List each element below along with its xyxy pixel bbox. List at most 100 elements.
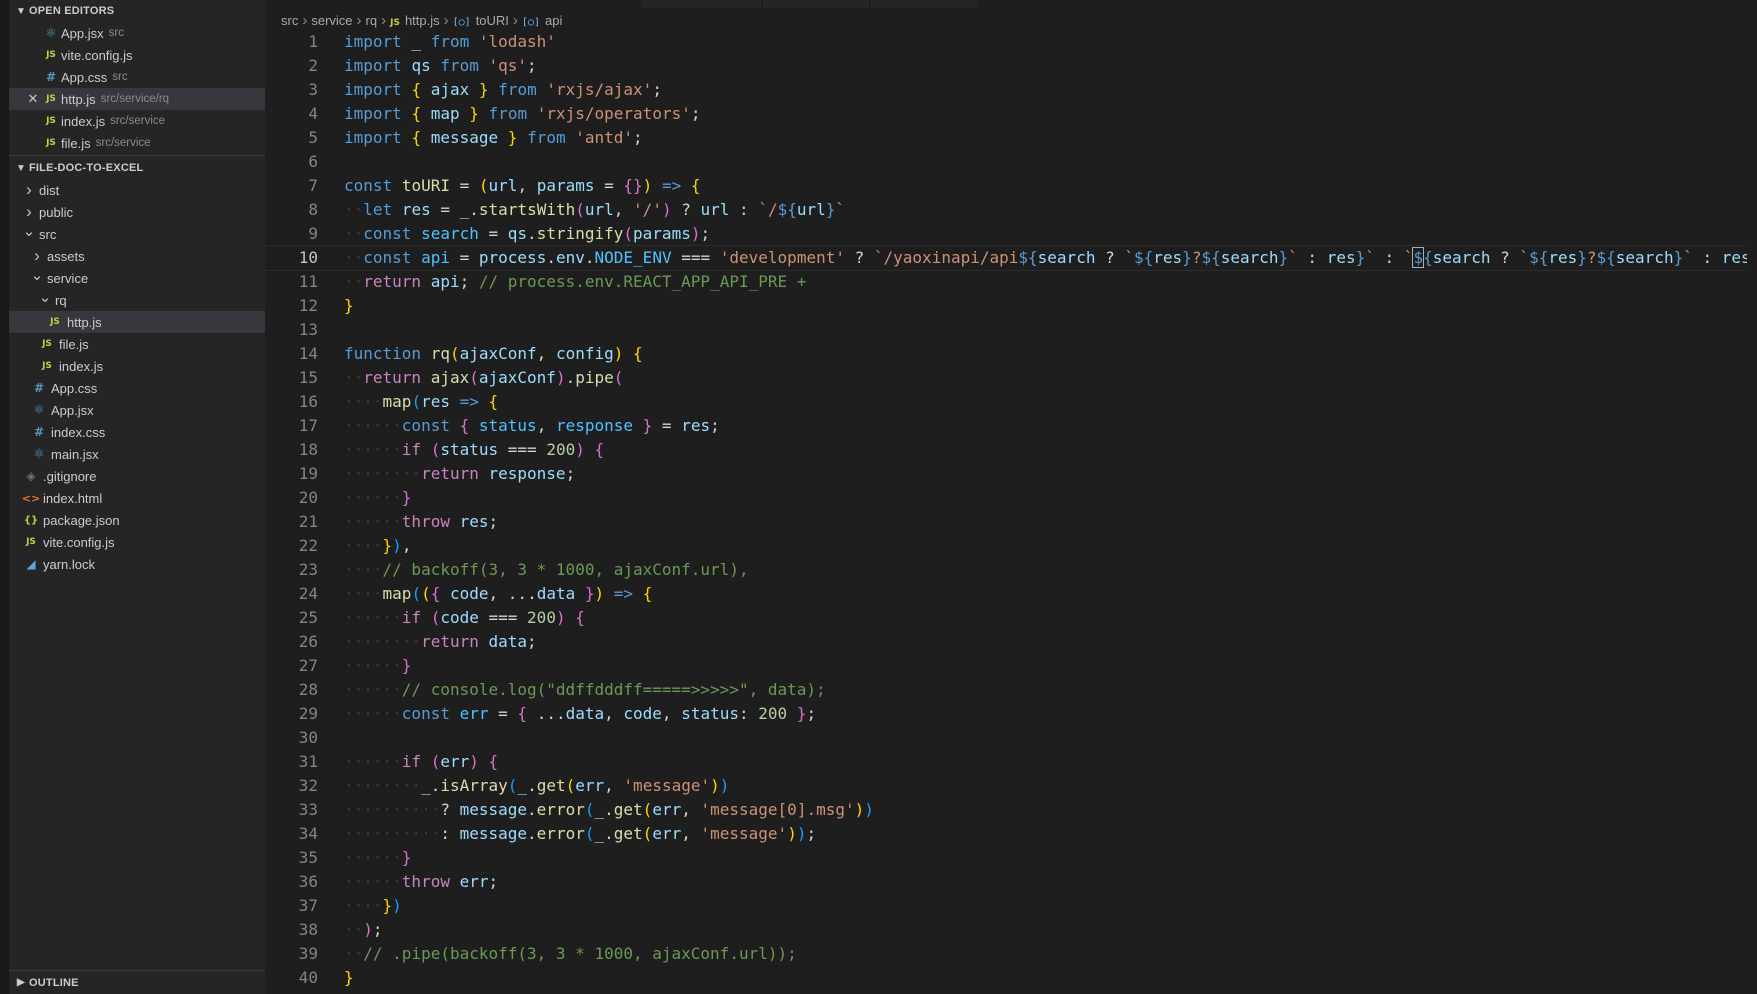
code-line[interactable]: 12}: [265, 294, 1757, 318]
code-line[interactable]: 30: [265, 726, 1757, 750]
breadcrumb-item[interactable]: src: [281, 13, 298, 28]
code-line[interactable]: 18 ······if (status === 200) {: [265, 438, 1757, 462]
code-line[interactable]: 8 ··let res = _.startsWith(url, '/') ? ur…: [265, 198, 1757, 222]
file-item[interactable]: # index.css: [9, 421, 265, 443]
code-line[interactable]: 35 ······}: [265, 846, 1757, 870]
open-editor-item[interactable]: # App.css src: [9, 66, 265, 88]
code-line[interactable]: 28 ······// console.log("ddffdddff=====>>…: [265, 678, 1757, 702]
folder-item[interactable]: ⌄ rq: [9, 289, 265, 311]
code-token: err: [440, 752, 470, 771]
code-line[interactable]: 36 ······throw err;: [265, 870, 1757, 894]
breadcrumb-item[interactable]: rq: [366, 13, 378, 28]
code-line[interactable]: 19 ········return response;: [265, 462, 1757, 486]
file-item[interactable]: JS file.js: [9, 333, 265, 355]
file-item[interactable]: ◈ .gitignore: [9, 465, 265, 487]
folder-item[interactable]: ⌄ src: [9, 223, 265, 245]
code-line[interactable]: 31 ······if (err) {: [265, 750, 1757, 774]
code-token: const: [401, 704, 450, 723]
code-token: `: [1403, 248, 1414, 267]
code-line[interactable]: 39 ··// .pipe(backoff(3, 3 * 1000, ajaxCo…: [265, 942, 1757, 966]
breadcrumb-item[interactable]: [○] toURI: [453, 13, 509, 28]
scrollbar[interactable]: [1747, 30, 1757, 990]
tab-edge[interactable]: [871, 0, 977, 8]
code-line[interactable]: 21 ······throw res;: [265, 510, 1757, 534]
code-line[interactable]: 2 import qs from 'qs';: [265, 54, 1757, 78]
file-item[interactable]: ◢ yarn.lock: [9, 553, 265, 575]
code-line[interactable]: 22 ····}),: [265, 534, 1757, 558]
open-editor-item[interactable]: ✕ JS http.js src/service/rq: [9, 88, 265, 110]
code-line[interactable]: 38 ··);: [265, 918, 1757, 942]
code-token: err: [652, 800, 682, 819]
code-line[interactable]: 17 ······const { status, response } = res…: [265, 414, 1757, 438]
code-token: ······: [344, 752, 402, 771]
code-token: ··: [344, 944, 364, 963]
file-item[interactable]: ⚛ main.jsx: [9, 443, 265, 465]
close-icon[interactable]: ✕: [25, 91, 41, 107]
code-line[interactable]: 9 ··const search = qs.stringify(params);: [265, 222, 1757, 246]
file-item[interactable]: {} package.json: [9, 509, 265, 531]
breadcrumb-item[interactable]: JS http.js: [390, 13, 440, 28]
code-line[interactable]: 10 ··const api = process.env.NODE_ENV ===…: [265, 245, 1757, 271]
code-line[interactable]: 32 ········_.isArray(_.get(err, 'message'…: [265, 774, 1757, 798]
code-line[interactable]: 14 function rq(ajaxConf, config) {: [265, 342, 1757, 366]
code-line[interactable]: 11 ··return api; // process.env.REACT_APP…: [265, 270, 1757, 294]
code-token: }: [344, 968, 354, 987]
folder-item[interactable]: ⌄ service: [9, 267, 265, 289]
folder-item[interactable]: › public: [9, 201, 265, 223]
code-line[interactable]: 29 ······const err = { ...data, code, sta…: [265, 702, 1757, 726]
file-item[interactable]: ⚛ App.jsx: [9, 399, 265, 421]
code-line[interactable]: 1 import _ from 'lodash': [265, 30, 1757, 54]
code-line[interactable]: 16 ····map(res => {: [265, 390, 1757, 414]
code-line[interactable]: 23 ····// backoff(3, 3 * 1000, ajaxConf.u…: [265, 558, 1757, 582]
code-line[interactable]: 15 ··return ajax(ajaxConf).pipe(: [265, 366, 1757, 390]
code-line[interactable]: 26 ········return data;: [265, 630, 1757, 654]
code-editor[interactable]: 1 import _ from 'lodash' 2 import qs from '…: [265, 30, 1757, 990]
breadcrumb-item[interactable]: service: [311, 13, 352, 28]
folder-item[interactable]: › assets: [9, 245, 265, 267]
code-token: res: [1326, 248, 1356, 267]
code-line[interactable]: 37 ····}): [265, 894, 1757, 918]
code-token: `: [1124, 248, 1134, 267]
code-line[interactable]: 34 ··········: message.error(_.get(err, '…: [265, 822, 1757, 846]
code-line[interactable]: 24 ····map(({ code, ...data }) => {: [265, 582, 1757, 606]
code-line[interactable]: 25 ······if (code === 200) {: [265, 606, 1757, 630]
code-text: function rq(ajaxConf, config) {: [344, 342, 643, 366]
code-token: (: [478, 176, 489, 195]
code-line[interactable]: 27 ······}: [265, 654, 1757, 678]
file-item[interactable]: JS vite.config.js: [9, 531, 265, 553]
outline-header[interactable]: ▶ OUTLINE: [9, 970, 265, 994]
code-line[interactable]: 20 ······}: [265, 486, 1757, 510]
code-line[interactable]: 6: [265, 150, 1757, 174]
chevron-right-icon: ›: [302, 11, 308, 29]
code-line[interactable]: 33 ··········? message.error(_.get(err, '…: [265, 798, 1757, 822]
code-line[interactable]: 7 const toURI = (url, params = {}) => {: [265, 174, 1757, 198]
code-line[interactable]: 4 import { map } from 'rxjs/operators';: [265, 102, 1757, 126]
code-line[interactable]: 13: [265, 318, 1757, 342]
open-editor-item[interactable]: JS file.js src/service: [9, 132, 265, 154]
open-editor-item[interactable]: ⚛ App.jsx src: [9, 22, 265, 44]
code-line[interactable]: 40}: [265, 966, 1757, 990]
code-token: message: [459, 800, 528, 819]
file-item[interactable]: # App.css: [9, 377, 265, 399]
code-token: :: [1297, 248, 1327, 267]
open-editor-item[interactable]: JS vite.config.js: [9, 44, 265, 66]
code-token: ;: [488, 512, 499, 531]
tab-edge[interactable]: [641, 0, 761, 8]
code-line[interactable]: 3 import { ajax } from 'rxjs/ajax';: [265, 78, 1757, 102]
breadcrumb-item[interactable]: [○] api: [522, 13, 562, 28]
file-item[interactable]: JS http.js: [9, 311, 265, 333]
workspace-header[interactable]: ▼ FILE-DOC-TO-EXCEL: [9, 157, 265, 179]
folder-item[interactable]: › dist: [9, 179, 265, 201]
file-item[interactable]: <> index.html: [9, 487, 265, 509]
code-token: qs: [507, 224, 528, 243]
open-editor-item[interactable]: JS index.js src/service: [9, 110, 265, 132]
tab-edge[interactable]: [763, 0, 869, 8]
open-editors-header[interactable]: ▼ OPEN EDITORS: [9, 0, 265, 22]
code-token: ····: [344, 536, 383, 555]
code-line[interactable]: 5 import { message } from 'antd';: [265, 126, 1757, 150]
file-item[interactable]: JS index.js: [9, 355, 265, 377]
code-token: url: [700, 200, 730, 219]
